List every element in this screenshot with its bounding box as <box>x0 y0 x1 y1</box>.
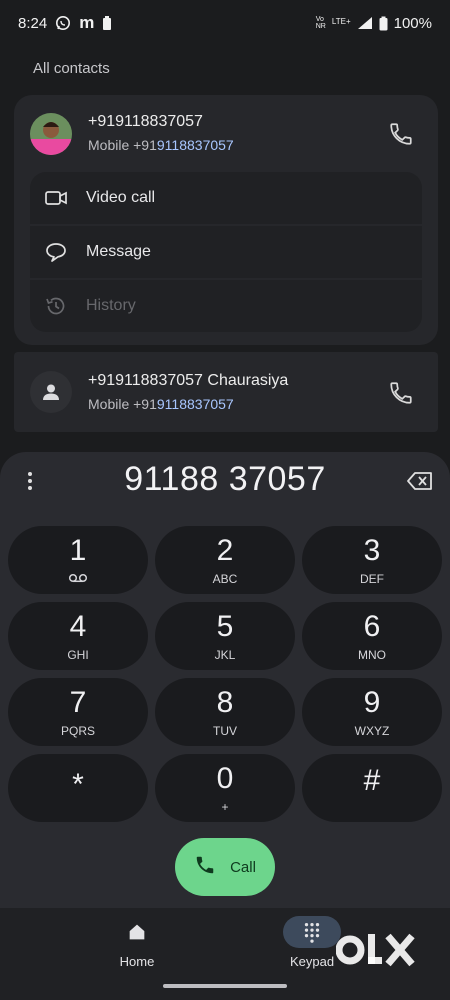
contact-number-line: Mobile +919118837057 <box>88 396 234 412</box>
key-6[interactable]: 6 MNO <box>302 602 442 670</box>
avatar <box>30 113 72 155</box>
key-7[interactable]: 7 PQRS <box>8 678 148 746</box>
dialed-number[interactable]: 91188 37057 <box>0 460 450 499</box>
key-2[interactable]: 2 ABC <box>155 526 295 594</box>
m-app-icon: m <box>79 13 95 32</box>
nav-home-label: Home <box>119 954 155 969</box>
key-0[interactable]: 0 + <box>155 754 295 822</box>
message-icon <box>44 240 68 264</box>
gesture-bar[interactable] <box>163 984 287 988</box>
battery-icon <box>379 16 388 31</box>
dialpad-icon <box>283 916 341 948</box>
history-icon <box>44 294 68 318</box>
nav-home[interactable]: Home <box>77 916 197 969</box>
key-star[interactable]: * <box>8 754 148 822</box>
battery-saver-icon <box>102 15 112 31</box>
key-5[interactable]: 5 JKL <box>155 602 295 670</box>
phone-icon <box>194 854 216 880</box>
whatsapp-icon <box>55 15 71 31</box>
video-camera-icon <box>44 186 68 210</box>
history-button[interactable]: History <box>30 280 422 332</box>
clock: 8:24 <box>18 14 48 32</box>
history-label: History <box>86 297 136 314</box>
message-button[interactable]: Message <box>30 226 422 278</box>
olx-watermark-logo <box>335 928 416 972</box>
video-call-label: Video call <box>86 189 156 206</box>
contact-name: +919118837057 <box>88 113 203 130</box>
network-type: LTE+ <box>331 16 351 26</box>
status-bar: 8:24 m Vo NR LTE+ 100% <box>0 0 450 46</box>
default-avatar-icon <box>30 371 72 413</box>
call-button[interactable]: Call <box>175 838 275 896</box>
key-8[interactable]: 8 TUV <box>155 678 295 746</box>
section-title: All contacts <box>33 60 110 77</box>
home-icon <box>108 916 166 948</box>
call-label: Call <box>230 858 256 876</box>
key-9[interactable]: 9 WXYZ <box>302 678 442 746</box>
contact-card-expanded: +919118837057 Mobile +919118837057 Video… <box>14 95 438 345</box>
message-label: Message <box>86 243 151 260</box>
phone-icon[interactable] <box>388 380 414 406</box>
signal-icon <box>357 16 373 30</box>
key-4[interactable]: 4 GHI <box>8 602 148 670</box>
contact-number-line: Mobile +919118837057 <box>88 137 234 153</box>
key-hash[interactable]: # <box>302 754 442 822</box>
backspace-icon[interactable] <box>406 468 434 494</box>
contact-row[interactable]: +919118837057 Mobile +919118837057 <box>14 95 438 171</box>
dialpad-sheet: 91188 37057 1 2 ABC 3 DEF 4 GHI 5 JKL 6 … <box>0 452 450 908</box>
key-1[interactable]: 1 <box>8 526 148 594</box>
voicemail-icon <box>8 572 148 586</box>
phone-icon[interactable] <box>388 121 414 147</box>
contact-card[interactable]: +919118837057 Chaurasiya Mobile +9191188… <box>14 352 438 432</box>
video-call-button[interactable]: Video call <box>30 172 422 224</box>
key-3[interactable]: 3 DEF <box>302 526 442 594</box>
contact-actions: Video call Message History <box>30 172 422 332</box>
battery-level: 100% <box>393 14 432 32</box>
volte-indicator: Vo NR <box>315 16 326 30</box>
contact-name: +919118837057 Chaurasiya <box>88 372 289 389</box>
